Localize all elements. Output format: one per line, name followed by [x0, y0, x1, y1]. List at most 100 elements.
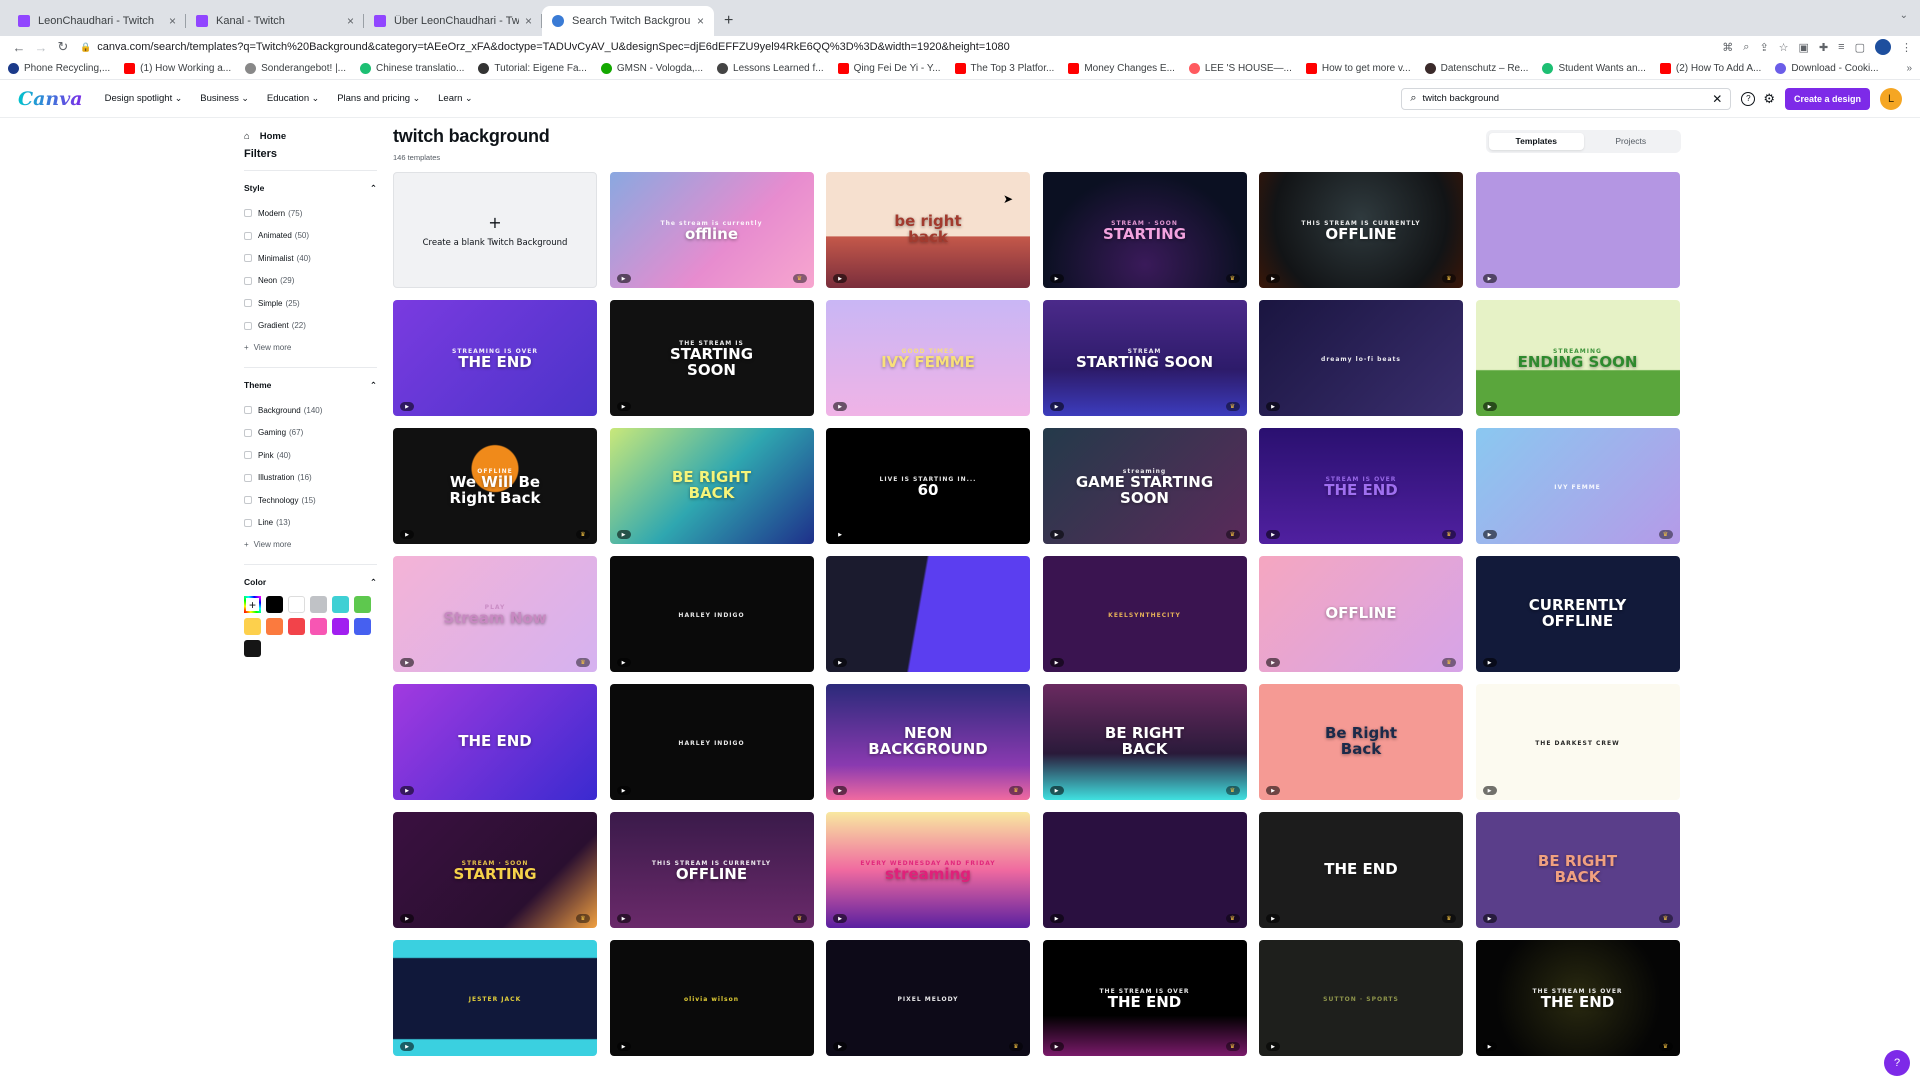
- create-blank-card[interactable]: + Create a blank Twitch Background: [393, 172, 597, 288]
- address-bar[interactable]: 🔒 canva.com/search/templates?q=Twitch%20…: [80, 37, 1716, 57]
- extensions-puzzle-icon[interactable]: ✚: [1819, 41, 1828, 54]
- bookmark-item[interactable]: Datenschutz – Re...: [1424, 63, 1528, 74]
- checkbox[interactable]: [244, 496, 252, 505]
- bookmark-item[interactable]: Money Changes E...: [1068, 63, 1175, 74]
- bookmarks-overflow-icon[interactable]: »: [1906, 63, 1912, 74]
- checkbox[interactable]: [244, 231, 252, 240]
- template-card[interactable]: IVY FEMME ▶ ♛: [1475, 428, 1680, 544]
- color-swatch[interactable]: [332, 596, 349, 613]
- bookmark-item[interactable]: Phone Recycling,...: [8, 63, 110, 74]
- template-card[interactable]: THE END ▶: [393, 684, 597, 800]
- template-card[interactable]: JESTER JACK ▶: [393, 940, 597, 1056]
- style-section-header[interactable]: Style ⌃: [244, 183, 377, 194]
- bookmark-item[interactable]: Lessons Learned f...: [717, 63, 824, 74]
- template-card[interactable]: STREAM · SOON STARTING ▶ ♛: [1042, 172, 1247, 288]
- translate-icon[interactable]: ⌘: [1722, 41, 1733, 54]
- browser-tab[interactable]: Search Twitch Background - C ×: [542, 6, 714, 36]
- tab-projects[interactable]: Projects: [1584, 133, 1679, 150]
- tab-templates[interactable]: Templates: [1489, 133, 1584, 150]
- checkbox[interactable]: [244, 321, 252, 330]
- zoom-icon[interactable]: ⌕: [1743, 41, 1749, 54]
- filter-option-modern[interactable]: Modern (75): [244, 202, 377, 225]
- clear-search-icon[interactable]: ✕: [1712, 92, 1722, 106]
- close-tab-icon[interactable]: ×: [697, 14, 704, 28]
- color-swatch[interactable]: [288, 596, 305, 613]
- template-card[interactable]: CURRENTLY OFFLINE ▶: [1475, 556, 1680, 672]
- template-card[interactable]: OFFLINE ▶ ♛: [1259, 556, 1463, 672]
- nav-item[interactable]: Business: [200, 93, 249, 104]
- template-card[interactable]: STREAMING IS OVER THE END ▶: [393, 300, 597, 416]
- template-card[interactable]: GOOD TIMES IVY FEMME ▶: [826, 300, 1030, 416]
- template-card[interactable]: PIXEL MELODY ▶ ♛: [826, 940, 1030, 1056]
- color-swatch[interactable]: [332, 618, 349, 635]
- menu-kebab-icon[interactable]: ⋮: [1901, 41, 1912, 54]
- settings-gear-icon[interactable]: ⚙: [1763, 91, 1775, 107]
- checkbox[interactable]: [244, 428, 252, 437]
- bookmark-item[interactable]: Qing Fei De Yi - Y...: [837, 63, 941, 74]
- checkbox[interactable]: [244, 451, 252, 460]
- bookmark-star-icon[interactable]: ☆: [1779, 41, 1789, 54]
- close-tab-icon[interactable]: ×: [525, 14, 532, 28]
- filter-option-illustration[interactable]: Illustration (16): [244, 467, 377, 490]
- template-card[interactable]: ▶ ♛: [1042, 812, 1247, 928]
- color-swatch[interactable]: [310, 618, 327, 635]
- media-icon[interactable]: ≡: [1838, 41, 1844, 53]
- nav-item[interactable]: Education: [267, 93, 319, 104]
- template-card[interactable]: HARLEY INDIGO ▶: [609, 684, 814, 800]
- nav-item[interactable]: Plans and pricing: [337, 93, 420, 104]
- facebook-ext-icon[interactable]: ▣: [1799, 41, 1809, 54]
- template-card[interactable]: THE STREAM IS OVER THE END ▶ ♛: [1475, 940, 1680, 1056]
- browser-tab[interactable]: LeonChaudhari - Twitch ×: [8, 6, 186, 36]
- profile-avatar[interactable]: [1875, 39, 1891, 55]
- template-card[interactable]: The stream is currently offline ▶ ♛: [609, 172, 814, 288]
- template-card[interactable]: OFFLINE We Will Be Right Back ▶ ♛: [393, 428, 597, 544]
- share-icon[interactable]: ⇪: [1759, 41, 1768, 54]
- help-fab-button[interactable]: ?: [1884, 1050, 1910, 1076]
- template-card[interactable]: STREAMING ENDING SOON ▶: [1475, 300, 1680, 416]
- tab-search-chevron-icon[interactable]: ⌄: [1900, 10, 1908, 21]
- color-swatch[interactable]: [310, 596, 327, 613]
- template-card[interactable]: BE RIGHT BACK ▶ ♛: [1042, 684, 1247, 800]
- user-avatar[interactable]: L: [1880, 87, 1902, 110]
- help-icon[interactable]: ?: [1741, 91, 1756, 106]
- close-tab-icon[interactable]: ×: [347, 14, 354, 28]
- checkbox[interactable]: [244, 254, 252, 263]
- template-card[interactable]: THE STREAM IS OVER THE END ▶ ♛: [1042, 940, 1247, 1056]
- theme-view-more[interactable]: + View more: [244, 534, 377, 554]
- template-card[interactable]: LIVE IS STARTING IN... 60 ▶: [826, 428, 1030, 544]
- back-icon[interactable]: ←: [8, 40, 30, 55]
- filter-option-background[interactable]: Background (140): [244, 399, 377, 422]
- template-card[interactable]: THIS STREAM IS CURRENTLY OFFLINE ▶ ♛: [1259, 172, 1463, 288]
- color-swatch[interactable]: [354, 618, 371, 635]
- color-swatch[interactable]: [354, 596, 371, 613]
- color-section-header[interactable]: Color ⌃: [244, 577, 377, 588]
- browser-tab[interactable]: Über LeonChaudhari - Twitch ×: [364, 6, 542, 36]
- template-card[interactable]: THIS STREAM IS CURRENTLY OFFLINE ▶ ♛: [609, 812, 814, 928]
- template-card[interactable]: ▶: [1475, 172, 1680, 288]
- bookmark-item[interactable]: GMSN - Vologda,...: [600, 63, 703, 74]
- nav-item[interactable]: Design spotlight: [105, 93, 183, 104]
- bookmark-item[interactable]: Chinese translatio...: [360, 63, 464, 74]
- color-swatch[interactable]: [266, 618, 283, 635]
- nav-item[interactable]: Learn: [438, 93, 472, 104]
- filter-option-minimalist[interactable]: Minimalist (40): [244, 247, 377, 270]
- bookmark-item[interactable]: How to get more v...: [1305, 63, 1411, 74]
- new-tab-button[interactable]: +: [714, 6, 743, 36]
- template-card[interactable]: BE RIGHT BACK ▶ ♛: [1475, 812, 1680, 928]
- checkbox[interactable]: [244, 518, 252, 527]
- template-card[interactable]: NEON BACKGROUND ▶ ♛: [826, 684, 1030, 800]
- filter-option-gradient[interactable]: Gradient (22): [244, 315, 377, 338]
- filter-option-neon[interactable]: Neon (29): [244, 270, 377, 293]
- template-card[interactable]: Be Right Back ▶: [1259, 684, 1463, 800]
- filter-option-line[interactable]: Line (13): [244, 512, 377, 535]
- browser-tab[interactable]: Kanal - Twitch ×: [186, 6, 364, 36]
- template-card[interactable]: SUTTON · SPORTS ▶: [1259, 940, 1463, 1056]
- canva-logo[interactable]: Canva: [18, 88, 83, 110]
- template-card[interactable]: STREAM STARTING SOON ▶ ♛: [1042, 300, 1247, 416]
- search-input[interactable]: ⌕ twitch background ✕: [1401, 87, 1732, 110]
- template-card[interactable]: THE END ▶ ♛: [1259, 812, 1463, 928]
- bookmark-item[interactable]: LEE 'S HOUSE—...: [1188, 63, 1292, 74]
- template-card[interactable]: olivia wilson ▶: [609, 940, 814, 1056]
- filter-option-simple[interactable]: Simple (25): [244, 292, 377, 315]
- template-card[interactable]: PLAY Stream Now ▶ ♛: [393, 556, 597, 672]
